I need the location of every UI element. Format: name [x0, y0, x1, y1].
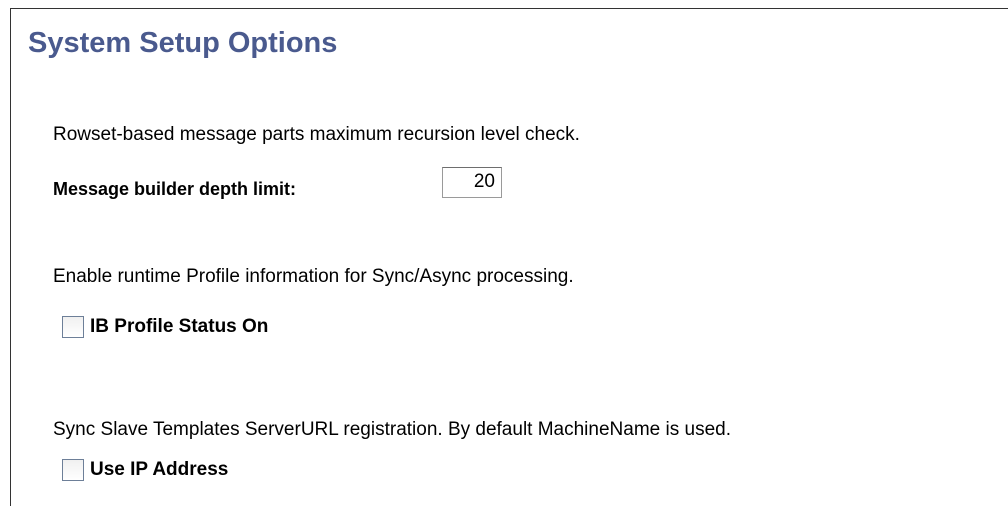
use-ip-address-label[interactable]: Use IP Address	[90, 459, 228, 481]
ib-profile-status-checkbox[interactable]	[62, 316, 84, 338]
use-ip-address-checkbox[interactable]	[62, 459, 84, 481]
recursion-description: Rowset-based message parts maximum recur…	[53, 124, 580, 145]
page-title: System Setup Options	[28, 27, 338, 59]
use-ip-address-row[interactable]: Use IP Address	[62, 459, 228, 481]
ib-profile-status-label[interactable]: IB Profile Status On	[90, 316, 268, 338]
depth-limit-label: Message builder depth limit:	[53, 179, 297, 199]
depth-limit-input[interactable]	[442, 167, 502, 198]
ib-profile-status-row[interactable]: IB Profile Status On	[62, 316, 268, 338]
sync-description: Sync Slave Templates ServerURL registrat…	[53, 419, 731, 440]
profile-description: Enable runtime Profile information for S…	[53, 266, 574, 287]
